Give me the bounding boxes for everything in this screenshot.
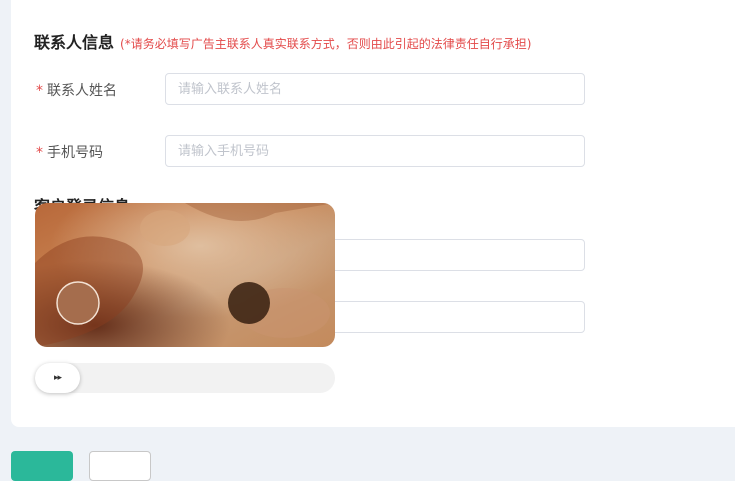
contact-name-label-text: 联系人姓名 [47,83,117,99]
required-mark: * [36,145,43,161]
phone-label-text: 手机号码 [47,145,103,161]
contact-section-title: 联系人信息 [34,33,115,52]
phone-input[interactable] [165,135,585,167]
contact-section-note: (*请务必填写广告主联系人真实联系方式，否则由此引起的法律责任自行承担) [120,37,532,51]
captcha-slider-handle[interactable]: ▸▸ [35,363,80,393]
captcha-target-slot [228,282,270,324]
contact-name-input[interactable] [165,73,585,105]
captcha-background [35,203,335,347]
cancel-button[interactable] [89,451,151,481]
contact-section-header: 联系人信息 (*请务必填写广告主联系人真实联系方式，否则由此引起的法律责任自行承… [34,29,531,53]
captcha-puzzle-piece [56,281,100,325]
double-chevron-right-icon: ▸▸ [53,373,62,383]
submit-button[interactable] [11,451,73,481]
captcha-image [35,203,335,347]
contact-name-label: * 联系人姓名 [36,80,117,100]
phone-label: * 手机号码 [36,142,103,162]
captcha-slider-track[interactable] [35,363,335,393]
required-mark: * [36,83,43,99]
